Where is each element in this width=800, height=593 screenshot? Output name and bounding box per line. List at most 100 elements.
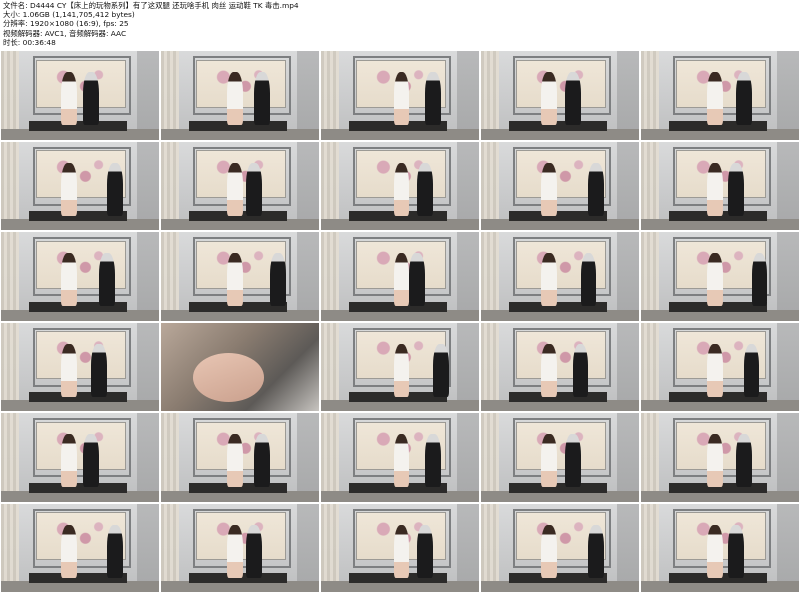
thumbnail-frame: [32, 327, 132, 387]
thumbnail-fig-a: [393, 434, 410, 488]
thumbnail-fig-a: [707, 343, 724, 397]
thumbnail-wall-l: [1, 232, 19, 321]
thumbnail-wall-l: [481, 413, 499, 502]
thumbnail-wall-r: [297, 503, 319, 592]
thumbnail-wall-l: [481, 51, 499, 140]
thumbnail-wall-r: [777, 322, 799, 411]
thumbnail-fig-b: [83, 434, 99, 488]
thumbnail-platform: [509, 392, 608, 403]
thumbnail-fig-a: [707, 434, 724, 488]
video-thumbnail: [321, 141, 479, 230]
thumbnail-wall-r: [457, 141, 479, 230]
video-thumbnail: [161, 232, 319, 321]
resolution-line: 分辨率: 1920×1080 (16:9), fps: 25: [3, 19, 129, 29]
thumbnail-frame: [512, 56, 612, 116]
thumbnail-fig-a: [61, 524, 77, 578]
thumbnail-wall-l: [641, 141, 659, 230]
thumbnail-wall-l: [481, 503, 499, 592]
thumbnail-fig-b: [106, 524, 123, 578]
thumbnail-fig-a: [393, 253, 410, 307]
thumbnail-wall-r: [457, 322, 479, 411]
video-thumbnail: [321, 413, 479, 502]
video-thumbnail: [1, 232, 159, 321]
video-thumbnail: [641, 232, 799, 321]
thumbnail-wall-l: [1, 51, 19, 140]
thumbnail-wall-l: [1, 322, 19, 411]
thumbnail-fig-b: [743, 343, 760, 397]
video-thumbnail: [161, 51, 319, 140]
thumbnail-platform: [509, 120, 608, 131]
thumbnail-fig-a: [227, 162, 244, 216]
thumbnail-wall-l: [641, 413, 659, 502]
thumbnail-platform: [509, 482, 608, 493]
video-thumbnail: [481, 232, 639, 321]
thumbnail-frame: [32, 237, 132, 297]
video-thumbnail: [321, 232, 479, 321]
thumbnail-fig-b: [106, 162, 123, 216]
thumbnail-wall-l: [641, 322, 659, 411]
thumbnail-fig-b: [588, 162, 605, 216]
thumbnail-fig-a: [393, 72, 410, 126]
thumbnail-wall-l: [321, 232, 339, 321]
thumbnail-wall-r: [617, 413, 639, 502]
thumbnail-wall-l: [481, 141, 499, 230]
thumbnail-wall-l: [641, 232, 659, 321]
thumbnail-wall-l: [321, 413, 339, 502]
thumbnail-fig-a: [393, 524, 410, 578]
thumbnail-fig-a: [541, 72, 557, 126]
thumbnail-wall-l: [1, 141, 19, 230]
thumbnail-wall-r: [457, 413, 479, 502]
thumbnail-wall-l: [481, 232, 499, 321]
thumbnail-fig-a: [227, 253, 244, 307]
file-size-line: 大小: 1.06GB (1,141,705,412 bytes): [3, 10, 135, 20]
thumbnail-wall-l: [321, 503, 339, 592]
thumbnail-frame: [512, 237, 612, 297]
thumbnail-fig-b: [270, 253, 286, 307]
thumbnail-fig-b: [254, 72, 271, 126]
thumbnail-fig-b: [727, 524, 744, 578]
thumbnail-wall-r: [617, 141, 639, 230]
thumbnail-wall-l: [161, 232, 179, 321]
video-thumbnail: [481, 141, 639, 230]
thumbnail-fig-b: [246, 524, 263, 578]
thumbnail-fig-b: [254, 434, 271, 488]
thumbnail-wall-l: [321, 51, 339, 140]
thumbnail-wall-l: [321, 141, 339, 230]
video-thumbnail: [481, 413, 639, 502]
thumbnail-wall-r: [137, 232, 159, 321]
thumbnail-fig-a: [393, 343, 410, 397]
video-thumbnail: [161, 322, 319, 411]
thumbnail-wall-r: [137, 141, 159, 230]
video-thumbnail: [1, 141, 159, 230]
thumbnail-wall-l: [481, 322, 499, 411]
thumbnail-fig-a: [707, 72, 724, 126]
thumbnail-fig-b: [425, 72, 442, 126]
thumbnail-fig-a: [227, 72, 244, 126]
thumbnail-wall-r: [137, 51, 159, 140]
video-thumbnail: [641, 322, 799, 411]
thumbnail-fig-a: [227, 524, 244, 578]
thumbnail-wall-r: [617, 503, 639, 592]
thumbnail-wall-r: [297, 51, 319, 140]
thumbnail-platform: [29, 120, 128, 131]
thumbnail-wall-l: [161, 503, 179, 592]
video-thumbnail: [481, 51, 639, 140]
thumbnail-frame: [512, 418, 612, 478]
thumbnail-wall-l: [641, 503, 659, 592]
codec-line: 视频解码器: AVC1, 音频解码器: AAC: [3, 28, 127, 38]
thumbnail-fig-a: [61, 434, 77, 488]
thumbnail-fig-b: [564, 434, 581, 488]
thumbnail-fig-b: [409, 253, 426, 307]
file-name-line: 文件名: D4444 CY【床上的玩物系列】有了这双腿 还玩啥手机 肉丝 运动鞋…: [3, 1, 299, 10]
thumbnail-fig-b: [735, 434, 752, 488]
thumbnail-wall-r: [777, 51, 799, 140]
thumbnail-wall-r: [457, 232, 479, 321]
thumbnail-wall-r: [137, 322, 159, 411]
thumbnail-wall-r: [777, 503, 799, 592]
file-info-header: 文件名: D4444 CY【床上的玩物系列】有了这双腿 还玩啥手机 肉丝 运动鞋…: [3, 1, 797, 47]
thumbnail-fig-b: [588, 524, 605, 578]
thumbnail-wall-r: [457, 51, 479, 140]
thumbnail-fig-b: [564, 72, 581, 126]
thumbnail-wall-r: [617, 232, 639, 321]
thumbnail-wall-r: [297, 413, 319, 502]
